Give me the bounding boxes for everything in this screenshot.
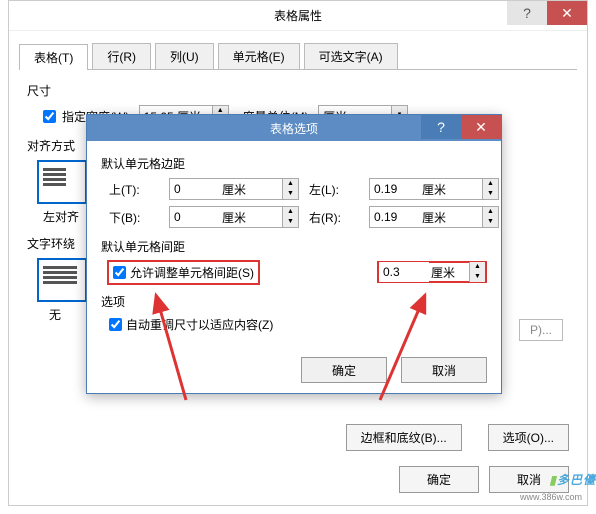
bottom-label: 下(B): — [109, 209, 159, 226]
size-label: 尺寸 — [27, 82, 569, 99]
bottom-input-box[interactable]: 厘米 ▲▼ — [169, 206, 299, 228]
unit: 厘米 — [220, 181, 282, 198]
spacing-spinner[interactable]: ▲▼ — [469, 262, 485, 282]
opts-fieldset: 选项 自动重调尺寸以适应内容(Z) — [101, 293, 487, 333]
tab-column[interactable]: 列(U) — [155, 43, 214, 69]
opts-label: 选项 — [101, 293, 487, 310]
right-input[interactable] — [370, 207, 420, 227]
options-bottom-buttons: 确定 取消 — [301, 357, 487, 383]
margins-grid: 上(T): 厘米 ▲▼ 左(L): 厘米 ▲▼ 下(B): 厘米 ▲▼ 右(R)… — [109, 178, 487, 228]
options-title: 表格选项 — [270, 120, 318, 137]
options-cancel-button[interactable]: 取消 — [401, 357, 487, 383]
unit: 厘米 — [220, 209, 282, 226]
watermark-sub: www.386w.com — [520, 492, 582, 502]
spacing-input[interactable] — [379, 262, 429, 282]
spacing-label: 默认单元格间距 — [101, 238, 487, 255]
margins-label: 默认单元格边距 — [101, 155, 487, 172]
titlebar-buttons: ? ✕ — [507, 1, 587, 25]
border-shading-button[interactable]: 边框和底纹(B)... — [346, 424, 462, 451]
bottom-spinner[interactable]: ▲▼ — [282, 207, 298, 227]
left-label: 左(L): — [309, 181, 359, 198]
wrap-none-icon[interactable] — [37, 258, 87, 302]
spacing-fieldset: 默认单元格间距 允许调整单元格间距(S) 厘米 ▲▼ — [101, 238, 487, 283]
auto-resize-checkbox[interactable] — [109, 318, 122, 331]
options-help-button[interactable]: ? — [421, 115, 461, 139]
positioning-button: P)... — [519, 319, 563, 341]
top-label: 上(T): — [109, 181, 159, 198]
tab-alttext[interactable]: 可选文字(A) — [304, 43, 398, 69]
options-button[interactable]: 选项(O)... — [488, 424, 569, 451]
aux-buttons: 边框和底纹(B)... 选项(O)... — [346, 424, 569, 451]
top-input[interactable] — [170, 179, 220, 199]
left-input-box[interactable]: 厘米 ▲▼ — [369, 178, 499, 200]
top-input-box[interactable]: 厘米 ▲▼ — [169, 178, 299, 200]
bottom-buttons: 确定 取消 — [399, 466, 569, 493]
allow-spacing-checkbox[interactable] — [113, 266, 126, 279]
options-close-button[interactable]: ✕ — [461, 115, 501, 139]
bottom-input[interactable] — [170, 207, 220, 227]
tab-row[interactable]: 行(R) — [92, 43, 151, 69]
unit: 厘米 — [420, 209, 482, 226]
tab-cell[interactable]: 单元格(E) — [218, 43, 300, 69]
auto-resize-label: 自动重调尺寸以适应内容(Z) — [126, 316, 273, 333]
left-input[interactable] — [370, 179, 420, 199]
unit: 厘米 — [429, 264, 469, 281]
right-spinner[interactable]: ▲▼ — [482, 207, 498, 227]
align-left-icon[interactable] — [37, 160, 87, 204]
top-spinner[interactable]: ▲▼ — [282, 179, 298, 199]
allow-spacing-label: 允许调整单元格间距(S) — [130, 264, 254, 281]
tabs: 表格(T) 行(R) 列(U) 单元格(E) 可选文字(A) — [19, 43, 577, 70]
help-button[interactable]: ? — [507, 1, 547, 25]
watermark: ▮多巴儓 — [549, 467, 596, 490]
titlebar: 表格属性 ? ✕ — [9, 1, 587, 31]
close-button[interactable]: ✕ — [547, 1, 587, 25]
right-label: 右(R): — [309, 209, 359, 226]
right-input-box[interactable]: 厘米 ▲▼ — [369, 206, 499, 228]
spacing-row: 允许调整单元格间距(S) 厘米 ▲▼ — [109, 261, 487, 283]
unit: 厘米 — [420, 181, 482, 198]
auto-resize-row: 自动重调尺寸以适应内容(Z) — [109, 316, 487, 333]
allow-spacing-highlight: 允许调整单元格间距(S) — [109, 262, 258, 283]
spacing-input-box[interactable]: 厘米 ▲▼ — [377, 261, 487, 283]
margins-fieldset: 默认单元格边距 上(T): 厘米 ▲▼ 左(L): 厘米 ▲▼ 下(B): 厘米… — [101, 155, 487, 228]
table-options-dialog: 表格选项 ? ✕ 默认单元格边距 上(T): 厘米 ▲▼ 左(L): 厘米 ▲▼… — [86, 114, 502, 394]
options-ok-button[interactable]: 确定 — [301, 357, 387, 383]
options-titlebar: 表格选项 ? ✕ — [87, 115, 501, 141]
dialog-title: 表格属性 — [274, 7, 322, 24]
specify-width-checkbox[interactable] — [43, 110, 56, 123]
ok-button[interactable]: 确定 — [399, 466, 479, 493]
options-body: 默认单元格边距 上(T): 厘米 ▲▼ 左(L): 厘米 ▲▼ 下(B): 厘米… — [87, 141, 501, 351]
left-spinner[interactable]: ▲▼ — [482, 179, 498, 199]
tab-table[interactable]: 表格(T) — [19, 44, 88, 70]
